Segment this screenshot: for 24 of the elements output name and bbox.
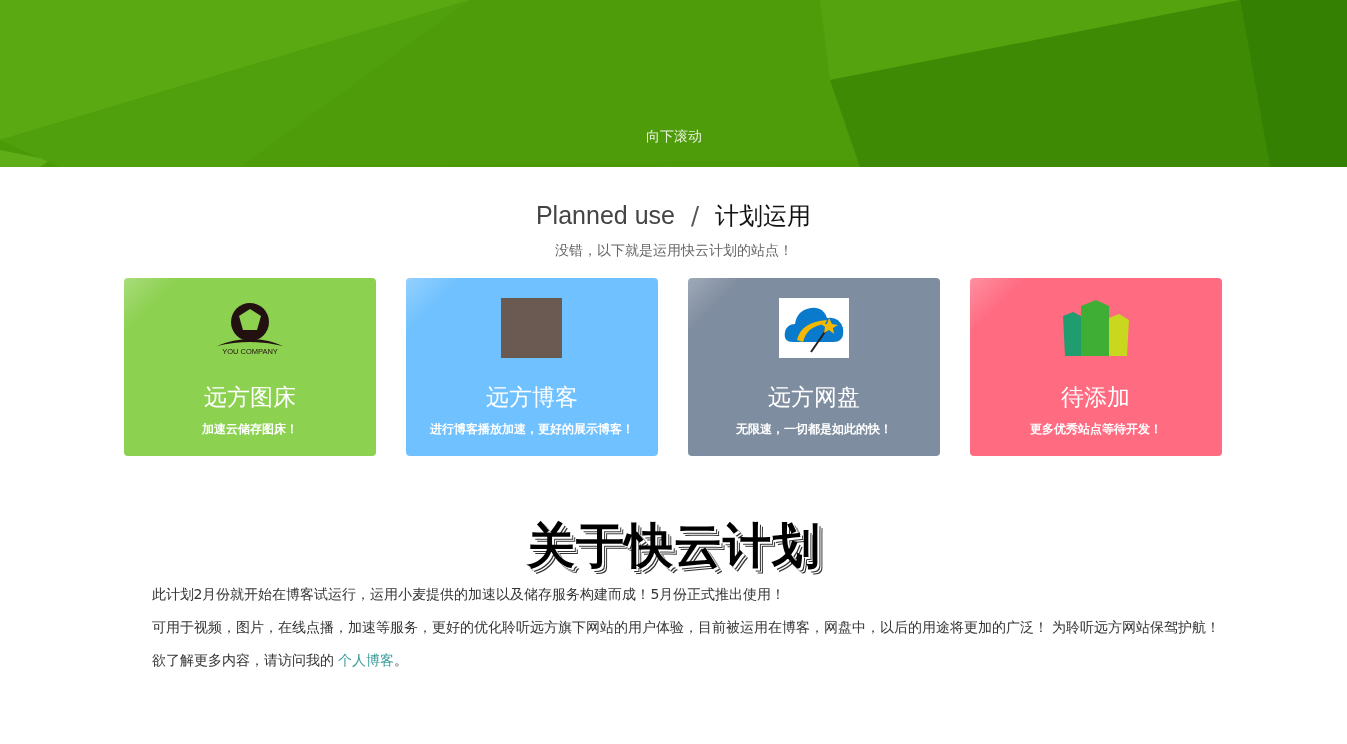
- about-heading: 关于快云计划: [525, 516, 822, 575]
- buildings-icon: [1060, 298, 1131, 358]
- card-title: 远方图床: [203, 383, 296, 412]
- section-subtitle: 没错，以下就是运用快云计划的站点！: [553, 242, 794, 260]
- about-paragraph: 此计划2月份就开始在博客试运行，运用小麦提供的加速以及储存服务构建而成！5月份正式推出使用！: [150, 585, 787, 604]
- scroll-down-hint[interactable]: 向下滚动: [645, 128, 702, 146]
- section-title-chinese: 计划运用: [715, 201, 812, 232]
- site-card[interactable]: 远方博客 进行博客播放加速，更好的展示博客！: [405, 278, 658, 456]
- site-card[interactable]: 待添加 更多优秀站点等待开发！: [969, 278, 1222, 456]
- card-title: 远方博客: [485, 383, 578, 412]
- about-paragraph: 欲了解更多内容，请访问我的 个人博客。: [150, 651, 409, 670]
- photo-placeholder: [501, 298, 562, 358]
- section-title-english: Planned use: [535, 201, 675, 230]
- card-description: 更多优秀站点等待开发！: [1029, 421, 1162, 438]
- about-paragraph: 可用于视频，图片，在线点播，加速等服务，更好的优化聆听远方旗下网站的用户体验，目前被运用在博客，网盘中，以后的用途将更加的广泛！ 为聆听远方网站保驾护航！: [150, 618, 1221, 637]
- blog-link[interactable]: 个人博客: [337, 652, 394, 668]
- card-description: 加速云储存图床！: [201, 421, 298, 438]
- cloud-wand-icon: [778, 298, 849, 358]
- card-description: 无限速，一切都是如此的快！: [735, 421, 892, 438]
- site-card[interactable]: 远方网盘 无限速，一切都是如此的快！: [687, 278, 940, 456]
- title-separator: /: [690, 202, 700, 230]
- card-title: 远方网盘: [767, 383, 860, 412]
- card-title: 待添加: [1061, 383, 1130, 412]
- card-description: 进行博客播放加速，更好的展示博客！: [429, 421, 634, 438]
